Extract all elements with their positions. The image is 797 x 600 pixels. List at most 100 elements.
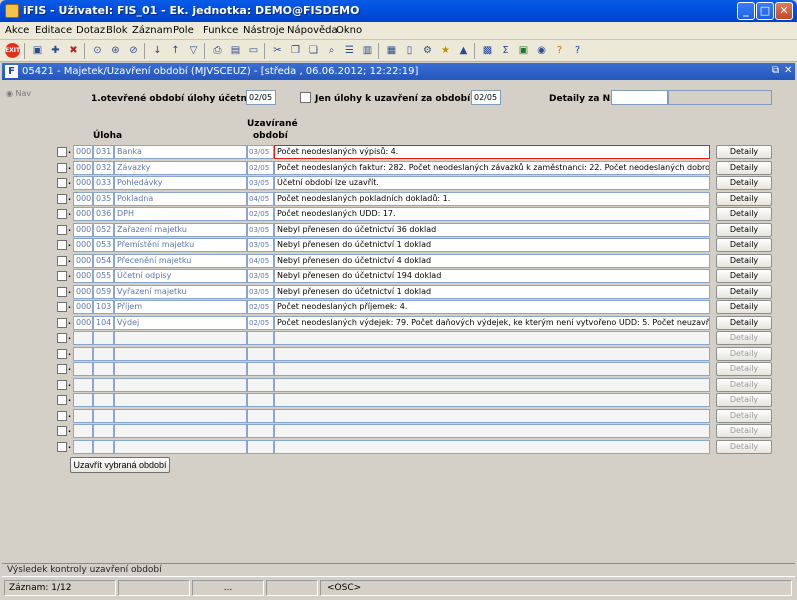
detail-button[interactable]: Detaily (716, 145, 772, 159)
closing-period-cell[interactable]: 02/05 (247, 300, 274, 314)
task-number-cell[interactable]: 031 (93, 145, 114, 159)
row-checkbox[interactable] (57, 240, 67, 250)
menu-nastroje[interactable]: Nástroje (243, 25, 285, 36)
check-result-cell[interactable]: Nebyl přenesen do účetnictví 4 doklad (274, 254, 710, 268)
sort-descending-icon[interactable]: ↑ (168, 43, 183, 58)
detail-button[interactable]: Detaily (716, 254, 772, 268)
only-closing-field[interactable]: 02/05 (471, 90, 501, 105)
opened-period-field[interactable]: 02/05 (246, 90, 276, 105)
check-result-cell[interactable]: Nebyl přenesen do účetnictví 1 doklad (274, 285, 710, 299)
task-number-cell[interactable]: 053 (93, 238, 114, 252)
save-icon[interactable]: ▣ (30, 43, 45, 58)
check-result-cell[interactable]: Počet neodeslaných výpisů: 4. (274, 145, 710, 159)
closing-period-cell[interactable]: 03/05 (247, 223, 274, 237)
task-name-cell[interactable]: Závazky (114, 161, 247, 175)
task-code-cell[interactable]: 000 (73, 316, 93, 330)
closing-period-cell[interactable]: 03/05 (247, 285, 274, 299)
detail-button[interactable]: Detaily (716, 316, 772, 330)
task-code-cell[interactable]: 000 (73, 223, 93, 237)
row-checkbox[interactable] (57, 442, 67, 452)
closing-period-cell[interactable]: 02/05 (247, 316, 274, 330)
excel-icon[interactable]: ▣ (516, 43, 531, 58)
nav-link[interactable]: ◉ Nav (6, 89, 31, 98)
task-number-cell[interactable]: 103 (93, 300, 114, 314)
task-code-cell[interactable]: 000 (73, 285, 93, 299)
check-result-cell[interactable]: Nebyl přenesen do účetnictví 194 doklad (274, 269, 710, 283)
task-code-cell[interactable]: 000 (73, 269, 93, 283)
check-result-cell[interactable]: Nebyl přenesen do účetnictví 36 doklad (274, 223, 710, 237)
row-checkbox[interactable] (57, 302, 67, 312)
row-checkbox[interactable] (57, 318, 67, 328)
detail-ns-field[interactable] (611, 90, 668, 105)
close-window-button[interactable]: ✕ (775, 2, 793, 20)
row-checkbox[interactable] (57, 349, 67, 359)
row-checkbox[interactable] (57, 333, 67, 343)
restore-form-icon[interactable]: ⧉ (772, 65, 779, 76)
calendar-icon[interactable]: ▦ (384, 43, 399, 58)
check-result-cell[interactable]: Počet neodeslaných výdejek: 79. Počet da… (274, 316, 710, 330)
task-number-cell[interactable]: 032 (93, 161, 114, 175)
browser-icon[interactable]: ◉ (534, 43, 549, 58)
star-icon[interactable]: ★ (438, 43, 453, 58)
check-result-cell[interactable]: Nebyl přenesen do účetnictví 1 doklad (274, 238, 710, 252)
task-number-cell[interactable]: 052 (93, 223, 114, 237)
copy-icon[interactable]: ❐ (288, 43, 303, 58)
task-code-cell[interactable]: 000 (73, 238, 93, 252)
task-name-cell[interactable]: Banka (114, 145, 247, 159)
task-name-cell[interactable]: Účetní odpisy (114, 269, 247, 283)
insert-record-icon[interactable]: ✚ (48, 43, 63, 58)
row-checkbox[interactable] (57, 163, 67, 173)
task-number-cell[interactable]: 055 (93, 269, 114, 283)
task-code-cell[interactable]: 000 (73, 145, 93, 159)
closing-period-cell[interactable]: 03/05 (247, 145, 274, 159)
task-code-cell[interactable]: 000 (73, 254, 93, 268)
closing-period-cell[interactable]: 04/05 (247, 192, 274, 206)
paste-icon[interactable]: ❏ (306, 43, 321, 58)
task-name-cell[interactable]: DPH (114, 207, 247, 221)
delete-record-icon[interactable]: ✖ (66, 43, 81, 58)
menu-napoveda[interactable]: Nápověda (287, 25, 338, 36)
closing-period-cell[interactable]: 03/05 (247, 269, 274, 283)
query-enter-icon[interactable]: ⊙ (90, 43, 105, 58)
menu-funkce[interactable]: Funkce (203, 25, 238, 36)
task-number-cell[interactable]: 059 (93, 285, 114, 299)
row-checkbox[interactable] (57, 256, 67, 266)
document-icon[interactable]: ▯ (402, 43, 417, 58)
task-number-cell[interactable]: 035 (93, 192, 114, 206)
check-result-cell[interactable]: Počet neodeslaných příjemek: 4. (274, 300, 710, 314)
minimize-button[interactable]: _ (737, 2, 755, 20)
row-checkbox[interactable] (57, 209, 67, 219)
task-code-cell[interactable]: 000 (73, 161, 93, 175)
menu-blok[interactable]: Blok (106, 25, 128, 36)
columns-icon[interactable]: ▥ (360, 43, 375, 58)
check-result-cell[interactable]: Počet neodeslaných faktur: 282. Počet ne… (274, 161, 710, 175)
task-name-cell[interactable]: Vyřazení majetku (114, 285, 247, 299)
row-checkbox[interactable] (57, 395, 67, 405)
calculator-icon[interactable]: ▩ (480, 43, 495, 58)
task-name-cell[interactable]: Pokladna (114, 192, 247, 206)
row-checkbox[interactable] (57, 380, 67, 390)
detail-button[interactable]: Detaily (716, 238, 772, 252)
print-preview-icon[interactable]: ▤ (228, 43, 243, 58)
menu-pole[interactable]: Pole (173, 25, 194, 36)
help-icon[interactable]: ? (552, 43, 567, 58)
row-checkbox[interactable] (57, 287, 67, 297)
row-checkbox[interactable] (57, 426, 67, 436)
detail-button[interactable]: Detaily (716, 223, 772, 237)
task-name-cell[interactable]: Zařazení majetku (114, 223, 247, 237)
only-closing-checkbox[interactable] (300, 92, 311, 103)
task-code-cell[interactable]: 000 (73, 176, 93, 190)
query-execute-icon[interactable]: ⊛ (108, 43, 123, 58)
menu-zaznam[interactable]: Záznam (132, 25, 172, 36)
sort-ascending-icon[interactable]: ↓ (150, 43, 165, 58)
menu-okno[interactable]: Okno (336, 25, 362, 36)
detail-button[interactable]: Detaily (716, 285, 772, 299)
detail-button[interactable]: Detaily (716, 192, 772, 206)
close-selected-periods-button[interactable]: Uzavřít vybraná období (70, 457, 170, 473)
print-icon[interactable]: ⎙ (210, 43, 225, 58)
close-form-icon[interactable]: ✕ (784, 65, 792, 76)
clipboard-icon[interactable]: ▭ (246, 43, 261, 58)
task-number-cell[interactable]: 054 (93, 254, 114, 268)
closing-period-cell[interactable]: 03/05 (247, 238, 274, 252)
row-checkbox[interactable] (57, 147, 67, 157)
